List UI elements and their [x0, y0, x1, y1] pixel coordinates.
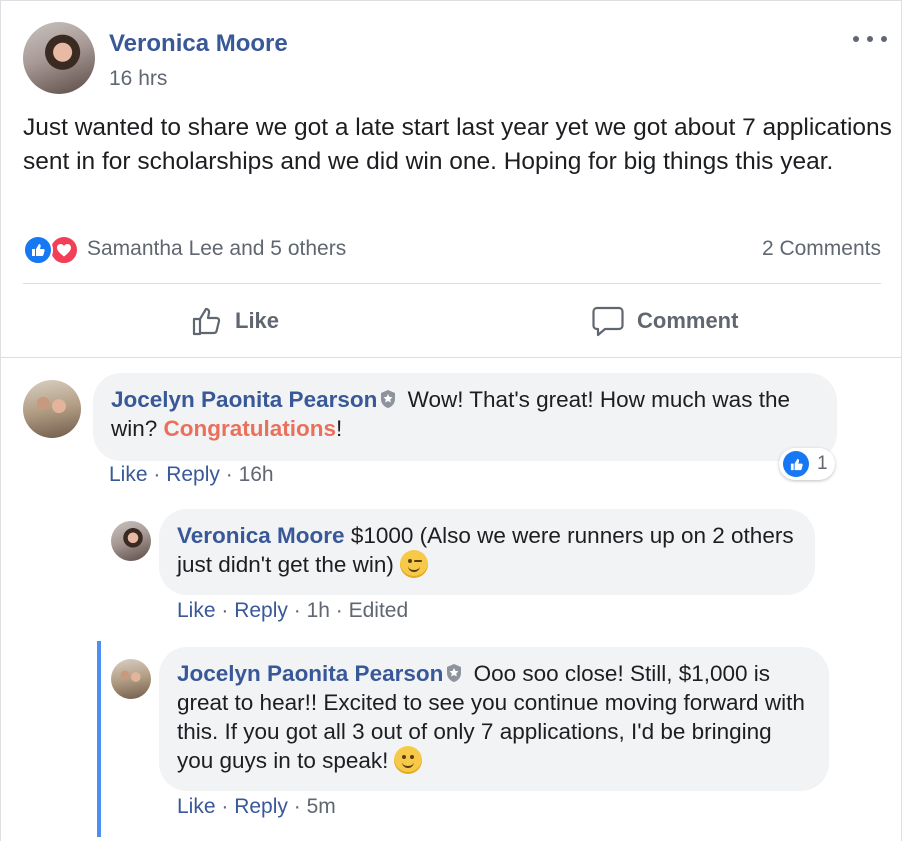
- author-name[interactable]: Veronica Moore: [109, 30, 288, 58]
- wink-emoji-icon: [399, 550, 428, 578]
- comment-reactions-pill[interactable]: 1: [779, 448, 835, 480]
- reaction-count: 1: [817, 453, 828, 474]
- commenter-name[interactable]: Veronica Moore: [177, 523, 345, 548]
- post-text: Just wanted to share we got a late start…: [23, 114, 892, 175]
- separator: ·: [287, 599, 307, 622]
- love-reaction-icon[interactable]: [49, 235, 79, 265]
- edited-label[interactable]: Edited: [349, 599, 409, 622]
- post-timestamp[interactable]: 16 hrs: [109, 67, 167, 91]
- like-button[interactable]: Like: [191, 301, 279, 341]
- comment-meta: Like · Reply · 5m: [177, 795, 336, 819]
- comments-count-link[interactable]: 2 Comments: [762, 237, 881, 261]
- congratulations-highlight: Congratulations: [163, 416, 337, 441]
- comment-button[interactable]: Comment: [591, 301, 738, 341]
- like-reaction-icon[interactable]: [23, 235, 53, 265]
- separator: ·: [287, 795, 307, 818]
- smile-emoji-icon: [394, 746, 423, 774]
- separator: ·: [219, 463, 239, 486]
- like-button-label: Like: [235, 308, 280, 333]
- author-avatar[interactable]: [23, 22, 95, 94]
- separator: ·: [215, 599, 235, 622]
- comment-bubble: Jocelyn Paonita Pearson Wow! That's grea…: [93, 373, 837, 461]
- comment-like-link[interactable]: Like: [177, 599, 216, 622]
- comment-time[interactable]: 16h: [239, 463, 274, 486]
- thread-highlight-bar: [97, 641, 101, 837]
- separator: ·: [215, 795, 235, 818]
- commenter-avatar[interactable]: [23, 380, 81, 438]
- admin-shield-icon: [447, 664, 462, 682]
- reactions-names-link[interactable]: Samantha Lee and 5 others: [87, 237, 346, 261]
- comment-time[interactable]: 5m: [307, 795, 336, 818]
- divider: [23, 283, 881, 284]
- separator: ·: [329, 599, 349, 622]
- comment-reply-link[interactable]: Reply: [166, 463, 220, 486]
- comment-reply-link[interactable]: Reply: [234, 795, 288, 818]
- commenter-name[interactable]: Jocelyn Paonita Pearson: [111, 387, 377, 412]
- admin-shield-icon: [381, 390, 396, 408]
- comment-meta: Like · Reply · 1h · Edited: [177, 599, 408, 623]
- comment-button-label: Comment: [637, 308, 739, 333]
- comment-reply-link[interactable]: Reply: [234, 599, 288, 622]
- comment-time[interactable]: 1h: [307, 599, 330, 622]
- comment-bubble: Jocelyn Paonita Pearson Ooo soo close! S…: [159, 647, 829, 791]
- commenter-avatar[interactable]: [111, 521, 151, 561]
- comment-meta: Like · Reply · 16h: [109, 463, 274, 487]
- reactions-summary: Samantha Lee and 5 others 2 Comments: [23, 233, 881, 265]
- separator: ·: [147, 463, 167, 486]
- thumbs-up-icon: [192, 307, 221, 336]
- comment-like-link[interactable]: Like: [109, 463, 148, 486]
- commenter-avatar[interactable]: [111, 659, 151, 699]
- comment-text-end: !: [336, 416, 343, 441]
- like-reaction-icon: [783, 451, 809, 477]
- post-card: Veronica Moore 16 hrs Just wanted to sha…: [0, 0, 902, 841]
- divider: [1, 357, 901, 358]
- commenter-name[interactable]: Jocelyn Paonita Pearson: [177, 661, 443, 686]
- comment-bubble-icon: [592, 306, 624, 337]
- comment-like-link[interactable]: Like: [177, 795, 216, 818]
- comment-bubble: Veronica Moore $1000 (Also we were runne…: [159, 509, 815, 595]
- more-options-icon[interactable]: [853, 28, 887, 50]
